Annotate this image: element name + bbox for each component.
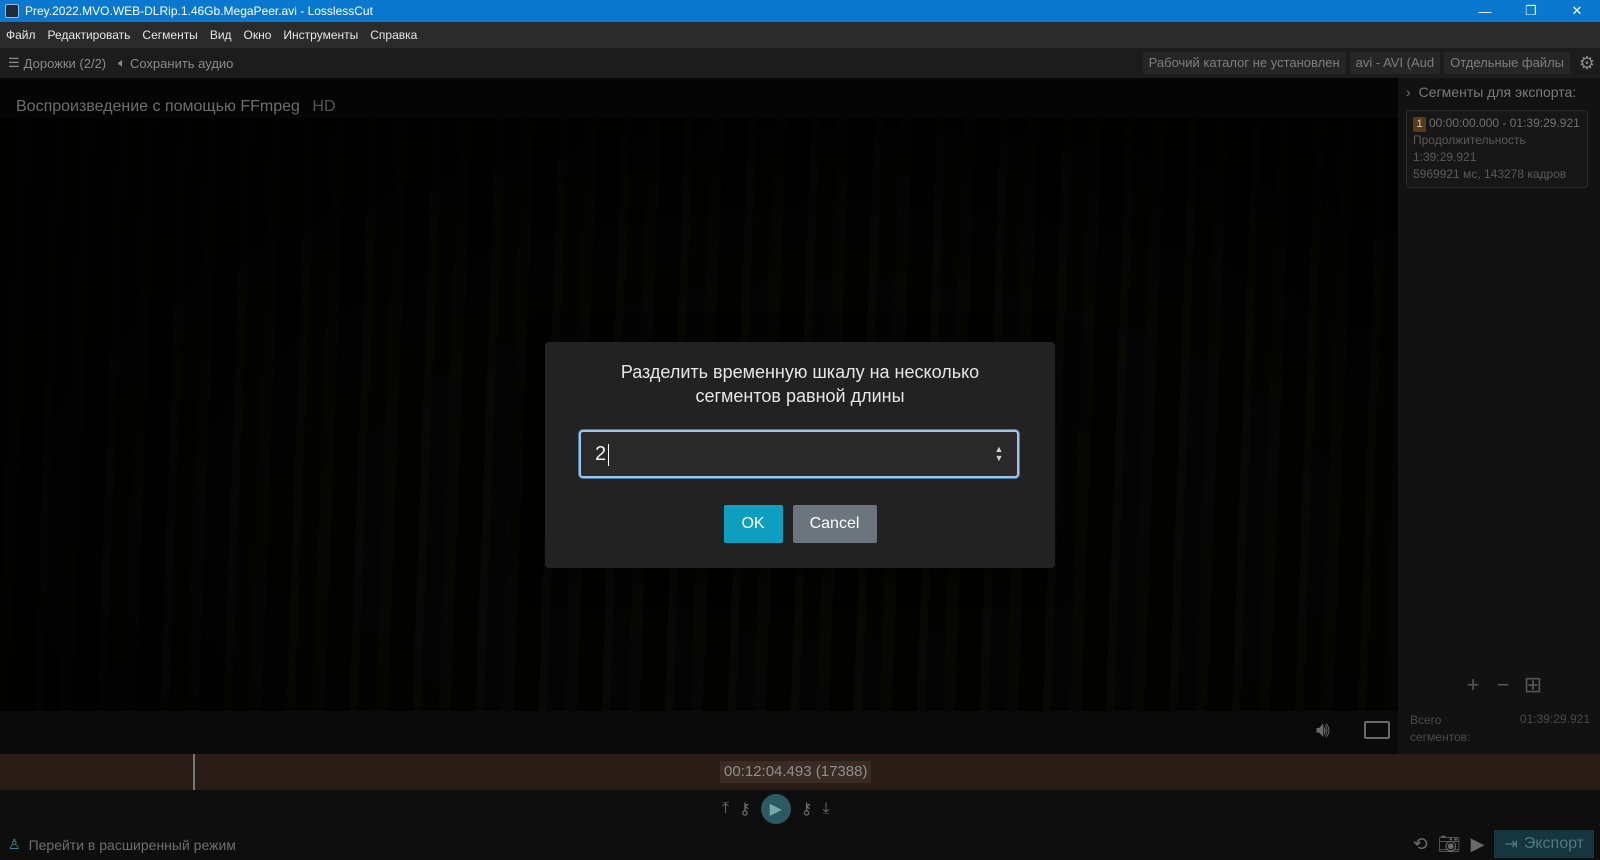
segment-duration-label: Продолжительность [1413,133,1526,147]
export-icon: ⇥ [1504,836,1518,853]
ok-button[interactable]: OK [723,505,783,543]
segments-panel: › Сегменты для экспорта: 1 00:00:00.000 -… [1398,78,1600,754]
export-label: Экспорт [1523,835,1584,852]
menu-edit[interactable]: Редактировать [48,28,131,42]
playback-label: Воспроизведение с помощью FFmpeg [16,98,300,115]
close-button[interactable]: ✕ [1554,0,1600,22]
menu-bar: Файл Редактировать Сегменты Вид Окно Инс… [0,22,1600,48]
segments-header-label: Сегменты для экспорта: [1418,84,1577,100]
app-icon [5,4,19,18]
rotate-icon[interactable]: ⟲ [1413,834,1428,855]
segments-total-value: 01:39:29.921 [1519,712,1590,726]
total-label-line2: сегментов: [1410,730,1471,744]
chevron-right-icon[interactable]: › [1406,84,1411,100]
minimize-button[interactable]: — [1462,0,1508,22]
segments-total-label: Всего сегментов: [1410,712,1470,746]
dialog-title-line1: Разделить временную шкалу на несколько [620,362,980,382]
key-right-icon[interactable]: ⚷ [801,799,813,819]
text-caret [608,444,609,466]
restore-button[interactable]: ❐ [1508,0,1554,22]
player-controls-strip: 🔊︎ [0,711,1398,754]
save-audio-button[interactable]: 🔈︎ Сохранить аудио [118,55,233,71]
window-controls: — ❐ ✕ [1462,0,1600,22]
segment-duration-value: 1:39:29.921 [1413,150,1477,164]
segment-number: 1 [1413,117,1426,132]
speaker-icon: 🔈︎ [118,55,126,70]
playhead-cursor[interactable] [193,754,195,790]
timeline[interactable]: 00:12:04.493 (17388) [0,754,1600,790]
window-title: Prey.2022.MVO.WEB-DLRip.1.46Gb.MegaPeer.… [25,4,373,18]
add-segment-icon[interactable]: + [1460,672,1486,698]
segment-time-range: 00:00:00.000 - 01:39:29.921 [1429,116,1580,130]
quality-badge: HD [312,98,336,115]
subtitles-icon[interactable] [1364,721,1390,739]
segment-count-input[interactable]: 2 ▲ ▼ [579,430,1019,478]
camera-icon[interactable]: 📷︎ [1438,834,1461,855]
save-audio-label: Сохранить аудио [129,55,234,71]
tracks-button[interactable]: ☰ Дорожки (2/2) [8,55,106,71]
output-mode-select[interactable]: Отдельные файлы [1444,52,1570,74]
dialog-title: Разделить временную шкалу на несколько с… [545,360,1055,408]
transport-controls: ⤒ ⚷ ▶ ⚷ ⤓ [722,794,840,824]
segments-panel-header: › Сегменты для экспорта: [1406,80,1576,104]
menu-help[interactable]: Справка [370,28,417,42]
list-icon: ☰ [8,55,20,70]
segment-count-value: 2 [595,443,607,465]
cancel-button[interactable]: Cancel [792,505,877,543]
gear-icon[interactable]: ⚙ [1574,50,1600,76]
segment-tools: + − ⊞ [1460,672,1550,698]
playback-info: Воспроизведение с помощью FFmpeg HD [16,98,336,116]
play-icon[interactable]: ▶ [760,794,791,824]
timecode-display: 00:12:04.493 (17388) [720,761,872,783]
format-select[interactable]: avi - AVI (Aud [1349,52,1441,74]
bottom-bar: ⤒ ⚷ ▶ ⚷ ⤓ ♙ Перейти в расширенный режим … [0,790,1600,860]
menu-view[interactable]: Вид [210,28,232,42]
dialog-buttons: OK Cancel [545,505,1055,543]
window-titlebar: Prey.2022.MVO.WEB-DLRip.1.46Gb.MegaPeer.… [0,0,1600,22]
segment-details: 5969921 мс, 143278 кадров [1413,167,1567,181]
key-left-icon[interactable]: ⚷ [739,799,751,819]
spinner-down-icon[interactable]: ▼ [995,454,1004,463]
working-dir-button[interactable]: Рабочий каталог не установлен [1142,52,1346,74]
volume-icon[interactable]: 🔊︎ [1316,717,1330,743]
remove-segment-icon[interactable]: − [1490,672,1516,698]
menu-file[interactable]: Файл [6,28,36,42]
bottom-right-controls: ⟲ 📷︎ ▶ ⇥ Экспорт [1413,830,1594,858]
set-start-icon[interactable]: ⤒ [722,800,729,818]
segment-card[interactable]: 1 00:00:00.000 - 01:39:29.921 Продолжител… [1406,110,1588,188]
menu-segments[interactable]: Сегменты [142,28,197,42]
total-label-line1: Всего [1410,713,1442,727]
export-options-icon[interactable]: ▶ [1471,834,1485,855]
tracks-label: Дорожки (2/2) [23,55,107,71]
split-segment-icon[interactable]: ⊞ [1520,672,1546,698]
menu-tools[interactable]: Инструменты [283,28,358,42]
export-button[interactable]: ⇥ Экспорт [1494,830,1594,858]
advanced-mode-label: Перейти в расширенный режим [28,836,236,853]
toolbar: ☰ Дорожки (2/2) 🔈︎ Сохранить аудио Рабоч… [0,48,1600,78]
split-segments-dialog: Разделить временную шкалу на несколько с… [545,342,1055,568]
advanced-mode-button[interactable]: ♙ Перейти в расширенный режим [8,836,236,853]
menu-window[interactable]: Окно [244,28,272,42]
person-icon: ♙ [8,836,21,852]
dialog-title-line2: сегментов равной длины [695,386,905,406]
number-spinner[interactable]: ▲ ▼ [993,444,1005,464]
set-end-icon[interactable]: ⤓ [823,800,830,818]
